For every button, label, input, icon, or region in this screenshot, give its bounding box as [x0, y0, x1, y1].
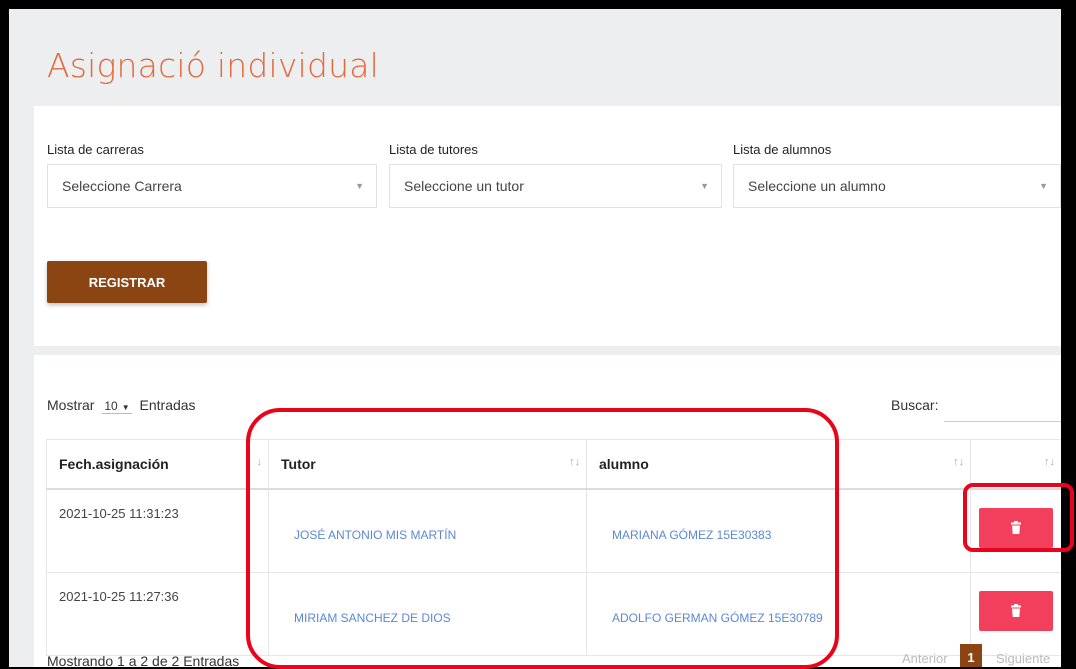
tutor-list-label: Lista de tutores: [389, 142, 478, 157]
tutor-link[interactable]: MIRIAM SANCHEZ DE DIOS: [294, 611, 451, 625]
student-list-label: Lista de alumnos: [733, 142, 832, 157]
table-header-row: Fech.asignación ↓ Tutor ↑↓ alumno ↑↓ ↑↓: [46, 439, 1061, 490]
chevron-down-icon: ▼: [1039, 181, 1048, 191]
tutor-cell: MIRIAM SANCHEZ DE DIOS: [268, 572, 587, 656]
pagination-previous[interactable]: Anterior: [902, 651, 948, 666]
page-length-value: 10: [104, 399, 118, 413]
sort-icon: ↑↓: [569, 456, 580, 468]
column-header-label: alumno: [599, 456, 649, 472]
register-button[interactable]: REGISTRAR: [47, 261, 207, 303]
pagination-page-1[interactable]: 1: [960, 644, 982, 667]
entries-label: Entradas: [139, 397, 196, 413]
show-label: Mostrar: [47, 397, 95, 413]
career-list-label: Lista de carreras: [47, 142, 144, 157]
sort-icon: ↑↓: [1044, 456, 1055, 468]
tutor-select[interactable]: Seleccione un tutor ▼: [389, 164, 722, 208]
column-header-student[interactable]: alumno ↑↓: [586, 439, 971, 490]
chevron-down-icon: ▼: [355, 181, 364, 191]
tutor-select-value: Seleccione un tutor: [404, 178, 524, 194]
column-header-label: Fech.asignación: [59, 456, 169, 472]
career-select-value: Seleccione Carrera: [62, 178, 182, 194]
assignments-table: Fech.asignación ↓ Tutor ↑↓ alumno ↑↓ ↑↓ 202…: [46, 439, 1061, 656]
page-title: Asignació individual: [47, 46, 380, 85]
sort-desc-icon: ↓: [256, 456, 263, 468]
table-info: Mostrando 1 a 2 de 2 Entradas: [47, 653, 240, 667]
assignment-form-card: Lista de carreras Seleccione Carrera ▼ L…: [34, 106, 1061, 346]
pagination-next[interactable]: Siguiente: [996, 651, 1050, 666]
table-row: 2021-10-25 11:31:23 JOSÉ ANTONIO MIS MAR…: [46, 488, 1061, 573]
delete-button[interactable]: [979, 507, 1053, 548]
student-cell: MARIANA GÓMEZ 15E30383: [586, 488, 971, 573]
column-header-label: Tutor: [281, 456, 316, 472]
student-cell: ADOLFO GERMAN GÓMEZ 15E30789: [586, 572, 971, 656]
actions-cell: [970, 488, 1061, 573]
column-header-actions[interactable]: ↑↓: [970, 439, 1061, 490]
assignments-table-card: Mostrar 10 ▼ Entradas Buscar: Fech.asigna…: [34, 355, 1061, 667]
column-header-tutor[interactable]: Tutor ↑↓: [268, 439, 587, 490]
career-select[interactable]: Seleccione Carrera ▼: [47, 164, 377, 208]
student-link[interactable]: ADOLFO GERMAN GÓMEZ 15E30789: [612, 611, 823, 625]
date-cell: 2021-10-25 11:27:36: [46, 572, 269, 656]
student-link[interactable]: MARIANA GÓMEZ 15E30383: [612, 528, 771, 542]
column-header-date[interactable]: Fech.asignación ↓: [46, 439, 269, 490]
chevron-down-icon: ▼: [121, 403, 130, 412]
tutor-cell: JOSÉ ANTONIO MIS MARTÍN: [268, 488, 587, 573]
sort-icon: ↑↓: [953, 456, 964, 468]
trash-icon: [1011, 603, 1021, 617]
table-row: 2021-10-25 11:27:36 MIRIAM SANCHEZ DE DI…: [46, 572, 1061, 656]
search-input[interactable]: [944, 391, 1061, 422]
tutor-link[interactable]: JOSÉ ANTONIO MIS MARTÍN: [294, 528, 456, 542]
chevron-down-icon: ▼: [700, 181, 709, 191]
page-frame: Asignació individual Lista de carreras S…: [9, 9, 1061, 667]
search-label: Buscar:: [891, 397, 939, 413]
page-length-select[interactable]: 10 ▼: [102, 399, 132, 414]
actions-cell: [970, 572, 1061, 656]
student-select-value: Seleccione un alumno: [748, 178, 886, 194]
trash-icon: [1011, 520, 1021, 534]
page-length-control: Mostrar 10 ▼ Entradas: [47, 397, 196, 414]
student-select[interactable]: Seleccione un alumno ▼: [733, 164, 1061, 208]
delete-button[interactable]: [979, 590, 1053, 631]
date-cell: 2021-10-25 11:31:23: [46, 488, 269, 573]
